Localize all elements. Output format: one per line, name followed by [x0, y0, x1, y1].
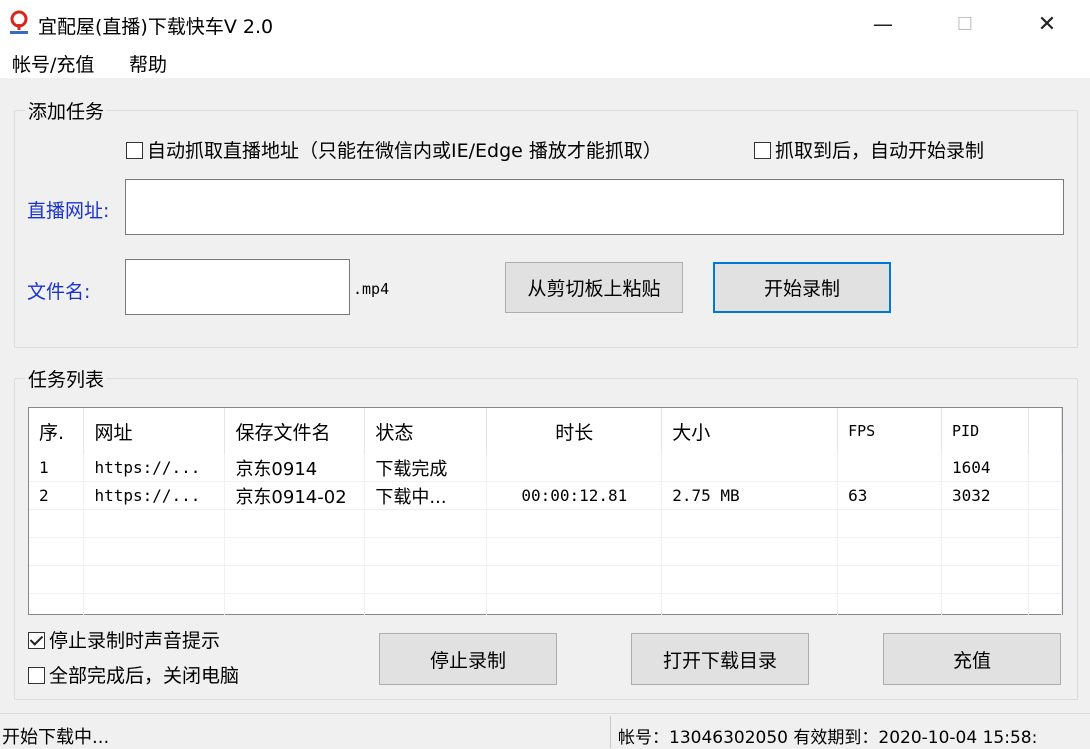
filename-input[interactable]: [125, 259, 350, 315]
auto-start-label: 抓取到后，自动开始录制: [775, 140, 985, 162]
sound-alert-check-box[interactable]: [28, 632, 45, 649]
cell-filename: 京东0914-02: [224, 481, 366, 510]
auto-start-check-box[interactable]: [754, 142, 771, 159]
table-row[interactable]: 2 https://... 京东0914-02 下载中... 00:00:12.…: [29, 481, 1063, 510]
url-label: 直播网址:: [27, 200, 110, 222]
cell-pid: 1604: [941, 454, 1029, 482]
table-row-empty: [29, 593, 1063, 622]
cell-fps: 63: [837, 481, 943, 510]
app-logo-icon: [10, 10, 28, 34]
filename-label: 文件名:: [27, 281, 91, 303]
url-input[interactable]: [125, 179, 1064, 235]
column-header-pid[interactable]: PID: [941, 408, 1029, 454]
open-download-dir-button[interactable]: 打开下载目录: [631, 633, 809, 685]
recharge-button[interactable]: 充值: [883, 633, 1061, 685]
task-list-view[interactable]: 序. 网址 保存文件名 状态 时长 大小 FPS PID 1 https://.…: [28, 407, 1063, 622]
status-separator: [610, 716, 611, 748]
maximize-button[interactable]: ☐: [924, 0, 1006, 48]
column-header-url[interactable]: 网址: [83, 408, 226, 454]
status-account-text: 帐号：13046302050 有效期到：2020-10-04 15:58:: [618, 728, 1038, 748]
minimize-button[interactable]: —: [842, 0, 924, 48]
task-list-legend: 任务列表: [25, 365, 108, 392]
column-header-empty: [1028, 408, 1063, 454]
add-task-legend: 添加任务: [25, 97, 108, 124]
window-title: 宜配屋(直播)下载快车V 2.0: [38, 16, 274, 38]
cell-size: [661, 454, 839, 482]
shutdown-label: 全部完成后，关闭电脑: [49, 665, 240, 687]
paste-clipboard-button[interactable]: 从剪切板上粘贴: [505, 262, 683, 313]
cell-status: 下载中...: [364, 481, 488, 510]
task-table: 序. 网址 保存文件名 状态 时长 大小 FPS PID 1 https://.…: [29, 408, 1063, 622]
table-row-empty: [29, 509, 1063, 538]
column-header-size[interactable]: 大小: [661, 408, 839, 454]
cell-empty: [1028, 454, 1063, 482]
sound-alert-checkbox[interactable]: 停止录制时声音提示: [28, 626, 220, 653]
column-header-duration[interactable]: 时长: [486, 408, 663, 454]
cell-fps: [837, 454, 943, 482]
status-left-text: 开始下载中...: [2, 727, 110, 748]
auto-capture-checkbox[interactable]: 自动抓取直播地址（只能在微信内或IE/Edge 播放才能抓取）: [126, 136, 662, 163]
sound-alert-label: 停止录制时声音提示: [49, 630, 221, 652]
start-recording-button[interactable]: 开始录制: [713, 262, 891, 313]
cell-pid: 3032: [941, 481, 1029, 510]
cell-url: https://...: [83, 481, 226, 510]
table-row-empty: [29, 537, 1063, 566]
stop-recording-button[interactable]: 停止录制: [379, 633, 557, 685]
column-header-fps[interactable]: FPS: [837, 408, 943, 454]
auto-start-checkbox[interactable]: 抓取到后，自动开始录制: [754, 136, 984, 163]
menu-account-recharge[interactable]: 帐号/充值: [12, 50, 94, 77]
cell-size: 2.75 MB: [661, 481, 839, 510]
table-row[interactable]: 1 https://... 京东0914 下载完成 1604: [29, 454, 1063, 482]
cell-index: 1: [29, 454, 85, 482]
column-header-status[interactable]: 状态: [364, 408, 488, 454]
auto-capture-label: 自动抓取直播地址（只能在微信内或IE/Edge 播放才能抓取）: [147, 140, 662, 162]
menu-help[interactable]: 帮助: [129, 50, 167, 77]
file-extension-label: .mp4: [353, 280, 390, 298]
shutdown-checkbox[interactable]: 全部完成后，关闭电脑: [28, 661, 239, 688]
table-row-empty: [29, 565, 1063, 594]
cell-duration: [486, 454, 663, 482]
table-header-row: 序. 网址 保存文件名 状态 时长 大小 FPS PID: [29, 408, 1063, 454]
cell-duration: 00:00:12.81: [486, 481, 663, 510]
column-header-filename[interactable]: 保存文件名: [224, 408, 366, 454]
close-button[interactable]: ✕: [1006, 0, 1088, 48]
column-header-index[interactable]: 序.: [29, 408, 85, 454]
shutdown-check-box[interactable]: [28, 667, 45, 684]
cell-status: 下载完成: [364, 454, 488, 482]
cell-empty: [1028, 481, 1063, 510]
cell-filename: 京东0914: [224, 454, 366, 482]
cell-index: 2: [29, 481, 85, 510]
auto-capture-check-box[interactable]: [126, 142, 143, 159]
cell-url: https://...: [83, 454, 226, 482]
